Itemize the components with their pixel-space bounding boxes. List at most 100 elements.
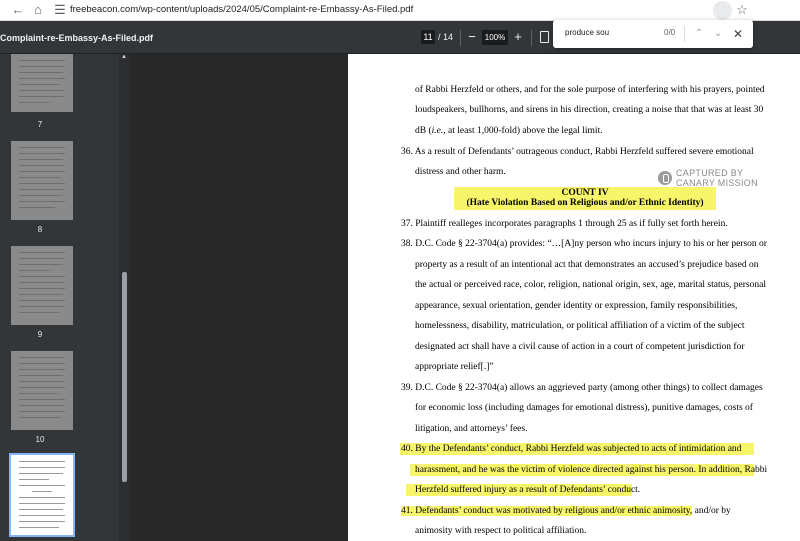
thumb-text-line (19, 102, 49, 103)
doc-line: of Rabbi Herzfeld or others, and for the… (415, 85, 765, 95)
page-number-input[interactable]: 11 (421, 30, 435, 44)
thumb-text-line (19, 294, 63, 295)
thumb-text-line (19, 183, 65, 184)
thumb-text-line (19, 195, 63, 196)
thumbnail-label: 9 (37, 330, 43, 339)
page-thumbnail-7[interactable] (11, 54, 73, 112)
thumb-text-line (19, 207, 55, 208)
thumb-text-line (19, 60, 65, 61)
thumb-text-line (19, 497, 65, 498)
thumb-text-line (19, 387, 65, 388)
zoom-in-button[interactable]: + (511, 29, 525, 45)
thumb-text-line (19, 485, 65, 486)
thumb-text-line (19, 417, 61, 418)
doc-line: 37. Plaintiff realleges incorporates par… (401, 219, 728, 229)
find-match-count: 0/0 (664, 28, 676, 37)
thumb-text-line (19, 90, 65, 91)
chevron-up-icon[interactable]: ⌃ (692, 26, 706, 42)
thumb-text-line (19, 264, 63, 265)
thumbnail-label: 10 (35, 435, 45, 444)
thumbnail-sidebar: 7 8 9 10 ▲ (0, 54, 130, 541)
thumb-text-line (19, 288, 65, 289)
doc-line-highlighted: Herzfeld suffered injury as a result of … (415, 485, 641, 495)
thumb-text-line (19, 153, 65, 154)
thumb-text-line (19, 461, 65, 462)
zoom-level-input[interactable]: 100% (482, 30, 508, 45)
chevron-down-icon[interactable]: ⌄ (711, 26, 725, 42)
document-viewer[interactable]: of Rabbi Herzfeld or others, and for the… (130, 54, 800, 541)
browser-address-bar: ← ⌂ ☰ freebeacon.com/wp-content/uploads/… (0, 0, 800, 21)
thumb-text-line (19, 479, 49, 480)
thumb-text-line (19, 78, 65, 79)
thumbnail-label: 7 (37, 120, 43, 129)
toolbar-divider (531, 30, 532, 46)
doc-line: animosity with respect to political affi… (415, 526, 587, 536)
count-subheading: (Hate Violation Based on Religious and/o… (466, 198, 704, 208)
thumb-text-line (19, 300, 65, 301)
thumb-text-line (19, 527, 59, 528)
thumb-text-line (19, 66, 65, 67)
sidebar-scrollbar[interactable]: ▲ (119, 54, 130, 541)
thumb-text-line (19, 399, 65, 400)
thumb-text-line (19, 509, 63, 510)
doc-line: the actual or perceived race, color, rel… (415, 280, 766, 290)
back-arrow-icon[interactable]: ← (10, 2, 26, 18)
doc-line: designated act shall have a civil cause … (415, 342, 745, 352)
page-thumbnail-10[interactable] (11, 351, 73, 430)
thumb-text-line (32, 491, 52, 492)
sidebar-scrollbar-thumb[interactable] (122, 272, 127, 482)
thumb-text-line (19, 503, 65, 504)
doc-line: 38. D.C. Code § 22-3704(a) provides: “…[… (401, 239, 767, 249)
find-divider (684, 26, 685, 42)
thumb-text-line (19, 72, 63, 73)
thumb-text-line (19, 282, 65, 283)
doc-line: distress and other harm. (415, 167, 506, 177)
close-icon[interactable]: ✕ (731, 26, 745, 42)
thumb-text-line (19, 189, 65, 190)
thumb-text-line (19, 306, 65, 307)
doc-text-highlighted: 41. Defendants’ conduct was motivated by… (401, 506, 693, 516)
thumb-text-line (19, 473, 63, 474)
thumb-text-line (19, 177, 61, 178)
toolbar-divider (460, 30, 461, 46)
thumb-text-line (19, 276, 65, 277)
download-icon[interactable] (713, 1, 732, 20)
site-info-icon[interactable]: ☰ (52, 2, 68, 18)
url-text[interactable]: freebeacon.com/wp-content/uploads/2024/0… (70, 4, 413, 15)
zoom-out-button[interactable]: − (465, 29, 479, 45)
thumb-text-line (19, 258, 65, 259)
bookmark-star-icon[interactable]: ☆ (734, 2, 750, 18)
doc-text: and/or by (692, 506, 731, 516)
home-icon[interactable]: ⌂ (30, 2, 46, 18)
doc-line: 39. D.C. Code § 22-3704(a) allows an agg… (401, 383, 763, 393)
doc-text: , at least 1,000-fold) above the legal l… (443, 126, 603, 136)
doc-line: litigation, and attorneys’ fees. (415, 424, 528, 434)
pdf-page: of Rabbi Herzfeld or others, and for the… (348, 54, 800, 541)
page-thumbnail-11[interactable] (9, 453, 75, 537)
doc-line: loudspeakers, bullhorns, and sirens in h… (415, 105, 764, 115)
watermark: CAPTURED BY CANARY MISSION (676, 168, 758, 188)
page-thumbnail-9[interactable] (11, 246, 73, 325)
thumbnail-label: 8 (37, 225, 43, 234)
page-thumbnail-8[interactable] (11, 141, 73, 220)
canary-mission-logo-icon (658, 171, 672, 185)
thumb-text-line (19, 201, 65, 202)
thumb-text-line (19, 363, 65, 364)
thumb-text-line (19, 252, 65, 253)
thumb-text-line (19, 159, 63, 160)
doc-line: 41. Defendants’ conduct was motivated by… (401, 506, 731, 516)
doc-line: appearance, sexual orientation, gender i… (415, 301, 738, 311)
thumb-text-line (19, 411, 65, 412)
scroll-up-arrow-icon[interactable]: ▲ (121, 54, 127, 60)
thumb-text-line (19, 357, 65, 358)
thumb-text-line (19, 369, 65, 370)
thumb-text-line (19, 165, 65, 166)
doc-line-highlighted: harassment, and he was the victim of vio… (415, 465, 768, 475)
doc-line: homelessness, disability, matriculation,… (415, 321, 745, 331)
fit-page-icon[interactable] (540, 31, 549, 43)
page-total: / 14 (438, 32, 454, 42)
count-heading: COUNT IV (561, 188, 609, 198)
thumb-text-line (19, 405, 65, 406)
doc-line: for economic loss (including damages for… (415, 403, 753, 413)
find-input[interactable]: produce sou (565, 28, 609, 37)
